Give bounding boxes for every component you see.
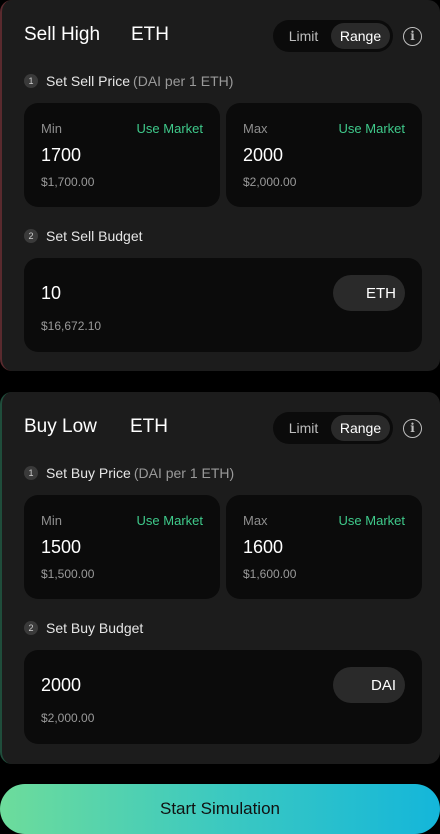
buy-max-usd: $1,600.00: [243, 567, 297, 581]
min-caption: Min: [41, 121, 62, 136]
sell-min-usd: $1,700.00: [41, 175, 95, 189]
sell-budget-box[interactable]: 10 $16,672.10 ETH: [24, 258, 422, 352]
sell-budget-step: 2 Set Sell Budget: [24, 228, 143, 244]
buy-min-price-box[interactable]: Min Use Market 1500 $1,500.00: [24, 495, 220, 599]
buy-range-option[interactable]: Range: [331, 415, 390, 441]
buy-low-card: Buy Low ETH Limit Range i 1 Set Buy Pric…: [0, 392, 440, 764]
step-number-badge: 1: [24, 74, 38, 88]
buy-budget-usd: $2,000.00: [41, 711, 95, 725]
step-number-badge: 2: [24, 229, 38, 243]
sell-high-card: Sell High ETH Limit Range i 1 Set Sell P…: [0, 0, 440, 371]
step-number-badge: 2: [24, 621, 38, 635]
use-market-button[interactable]: Use Market: [137, 513, 203, 528]
sell-min-price-input[interactable]: 1700: [41, 145, 81, 166]
sell-max-price-box[interactable]: Max Use Market 2000 $2,000.00: [226, 103, 422, 207]
step-number-badge: 1: [24, 466, 38, 480]
info-icon[interactable]: i: [403, 27, 422, 46]
sell-token[interactable]: ETH: [131, 24, 169, 46]
buy-mode-toggle: Limit Range: [273, 412, 393, 444]
max-caption: Max: [243, 513, 268, 528]
step-sublabel: (DAI per 1 ETH): [133, 465, 235, 481]
buy-limit-option[interactable]: Limit: [276, 420, 331, 436]
step-label: Set Sell Budget: [46, 228, 143, 244]
buy-token[interactable]: ETH: [130, 416, 168, 438]
use-market-button[interactable]: Use Market: [339, 513, 405, 528]
buy-budget-box[interactable]: 2000 $2,000.00 DAI: [24, 650, 422, 744]
buy-budget-step: 2 Set Buy Budget: [24, 620, 143, 636]
sell-budget-token-pill[interactable]: ETH: [333, 275, 405, 311]
sell-max-price-input[interactable]: 2000: [243, 145, 283, 166]
step-sublabel: (DAI per 1 ETH): [133, 73, 234, 89]
sell-budget-input[interactable]: 10: [41, 283, 61, 304]
buy-title: Buy Low: [24, 416, 97, 437]
sell-mode-toggle: Limit Range: [273, 20, 393, 52]
buy-budget-token-pill[interactable]: DAI: [333, 667, 405, 703]
step-label: Set Buy Budget: [46, 620, 144, 636]
sell-budget-usd: $16,672.10: [41, 319, 102, 333]
info-icon[interactable]: i: [403, 419, 422, 438]
buy-min-usd: $1,500.00: [41, 567, 95, 581]
use-market-button[interactable]: Use Market: [339, 121, 405, 136]
start-simulation-button[interactable]: Start Simulation: [0, 784, 440, 834]
step-label: Set Buy Price: [46, 465, 131, 481]
sell-limit-option[interactable]: Limit: [276, 28, 331, 44]
step-label: Set Sell Price: [46, 73, 131, 89]
sell-min-price-box[interactable]: Min Use Market 1700 $1,700.00: [24, 103, 220, 207]
buy-max-price-box[interactable]: Max Use Market 1600 $1,600.00: [226, 495, 422, 599]
use-market-button[interactable]: Use Market: [137, 121, 203, 136]
buy-budget-input[interactable]: 2000: [41, 675, 81, 696]
min-caption: Min: [41, 513, 62, 528]
buy-price-step: 1 Set Buy Price (DAI per 1 ETH): [24, 465, 234, 481]
buy-min-price-input[interactable]: 1500: [41, 537, 81, 558]
sell-max-usd: $2,000.00: [243, 175, 297, 189]
sell-price-step: 1 Set Sell Price (DAI per 1 ETH): [24, 73, 233, 89]
buy-max-price-input[interactable]: 1600: [243, 537, 283, 558]
sell-range-option[interactable]: Range: [331, 23, 390, 49]
sell-title: Sell High: [24, 24, 101, 45]
max-caption: Max: [243, 121, 268, 136]
